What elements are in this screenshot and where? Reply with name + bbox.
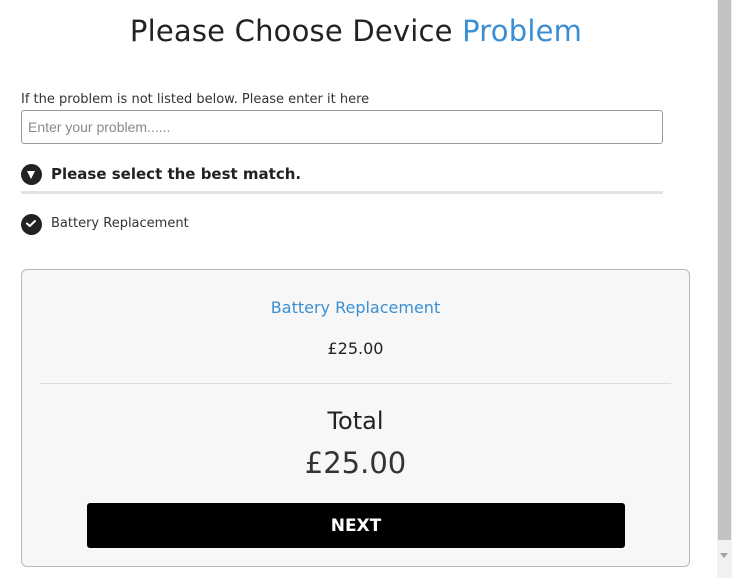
summary-item-name: Battery Replacement xyxy=(270,298,441,317)
problem-input[interactable] xyxy=(21,110,663,144)
page-title: Please Choose Device Problem xyxy=(0,14,712,48)
page-title-accent: Problem xyxy=(462,14,583,48)
best-match-header[interactable]: Please select the best match. xyxy=(21,163,663,194)
page: Please Choose Device Problem If the prob… xyxy=(0,0,736,578)
check-circle-icon xyxy=(21,214,42,235)
vertical-scrollbar[interactable] xyxy=(717,0,732,578)
page-title-main: Please Choose Device xyxy=(129,14,453,48)
best-match-label: Please select the best match. xyxy=(51,165,302,183)
summary-divider xyxy=(40,383,671,384)
price-summary-card: Battery Replacement £25.00 Total £25.00 … xyxy=(21,269,690,567)
problem-option-battery-replacement[interactable]: Battery Replacement xyxy=(21,213,321,235)
total-label: Total xyxy=(327,407,384,435)
next-button[interactable]: NEXT xyxy=(87,503,625,548)
total-value: £25.00 xyxy=(304,446,407,480)
problem-input-label: If the problem is not listed below. Plea… xyxy=(21,92,370,107)
scroll-down-arrow-icon[interactable] xyxy=(720,553,728,558)
problem-option-label: Battery Replacement xyxy=(51,216,189,231)
chevron-down-circle-icon xyxy=(21,164,42,185)
summary-item-price: £25.00 xyxy=(327,339,384,358)
scrollbar-thumb[interactable] xyxy=(718,0,731,540)
